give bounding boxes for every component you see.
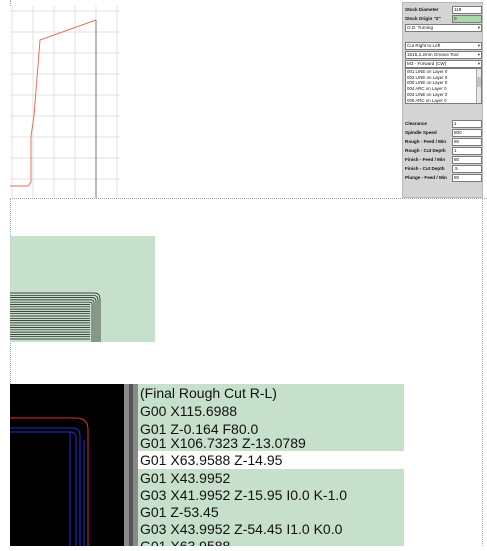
toolpath-grid <box>10 6 120 198</box>
operation-type-value: O.D. Turning <box>407 25 434 30</box>
rough-depth-input[interactable]: 1 <box>452 147 482 155</box>
finish-feed-row: Finish - Feed / Min 80 <box>405 156 482 164</box>
profile-path <box>10 19 97 187</box>
rough-feed-row: Rough - Feed / Min 80 <box>405 138 482 146</box>
plunge-feed-label: Plunge - Feed / Min <box>405 175 447 180</box>
clearance-label: Clearance <box>405 121 427 126</box>
entity-list[interactable]: 001 LINE on Layer 0 002 LINE on Layer 0 … <box>405 68 482 104</box>
page-guide-right <box>482 198 483 546</box>
stock-diameter-input[interactable]: 118 <box>452 6 482 14</box>
cut-direction-value: Cut Right to Left <box>407 43 441 48</box>
rough-feed-input[interactable]: 80 <box>452 138 482 146</box>
finish-feed-input[interactable]: 80 <box>452 156 482 164</box>
stock-view[interactable] <box>10 236 155 342</box>
list-item[interactable]: 005 ARC on Layer 0 <box>406 98 481 103</box>
tool-select[interactable]: 1515,2.2mm Groove Tool ▾ <box>405 51 482 59</box>
chevron-down-icon: ▾ <box>477 43 480 48</box>
finish-depth-row: Finish - Cut Depth .5 <box>405 165 482 173</box>
rough-feed-label: Rough - Feed / Min <box>405 139 447 144</box>
chevron-down-icon: ▾ <box>477 25 480 30</box>
stock-origin-row: Stock Origin "Z" 0 <box>405 15 482 23</box>
gcode-editor[interactable]: (Final Rough Cut R-L) G00 X115.6988 G01 … <box>138 384 404 546</box>
spindle-direction-value: M3 - Forward (CW) <box>407 61 447 66</box>
gcode-line[interactable]: G03 X43.9952 Z-54.45 I1.0 K0.0 <box>138 520 404 538</box>
chevron-down-icon: ▾ <box>477 52 480 57</box>
finish-depth-label: Finish - Cut Depth <box>405 166 445 171</box>
spindle-speed-row: Spindle Speed 800 <box>405 129 482 137</box>
gcode-line[interactable]: G03 X41.9952 Z-15.95 I0.0 K-1.0 <box>138 486 404 504</box>
rough-depth-row: Rough - Cut Depth 1 <box>405 147 482 155</box>
gcode-line[interactable]: G00 X115.6988 <box>138 402 404 420</box>
stock-origin-label: Stock Origin "Z" <box>405 16 441 21</box>
finish-depth-input[interactable]: .5 <box>452 165 482 173</box>
settings-panel: Stock Diameter 118 Stock Origin "Z" 0 O.… <box>402 2 483 198</box>
stock-origin-input[interactable]: 0 <box>452 15 482 23</box>
stock-diameter-label: Stock Diameter <box>405 7 439 12</box>
list-scrollbar[interactable] <box>476 69 481 103</box>
plunge-feed-input[interactable]: 80 <box>452 174 482 182</box>
cam-view[interactable] <box>10 384 124 546</box>
scrollbar-thumb[interactable] <box>477 77 481 87</box>
gcode-line[interactable]: (Final Rough Cut R-L) <box>138 384 404 402</box>
cut-direction-select[interactable]: Cut Right to Left ▾ <box>405 42 482 50</box>
chevron-down-icon: ▾ <box>477 61 480 66</box>
gcode-line[interactable]: G01 X106.7323 Z-13.0789 <box>138 434 404 452</box>
gutter-bar <box>129 384 133 546</box>
tool-value: 1515,2.2mm Groove Tool <box>407 52 459 57</box>
toolpath-preview[interactable] <box>10 6 120 198</box>
gcode-line[interactable]: G01 X43.9952 <box>138 469 404 487</box>
spindle-speed-input[interactable]: 800 <box>452 129 482 137</box>
code-gutter <box>124 384 138 546</box>
gcode-line[interactable]: G01 Z-53.45 <box>138 503 404 521</box>
spindle-speed-label: Spindle Speed <box>405 130 437 135</box>
gcode-line[interactable]: G01 X63.9588 <box>138 537 404 546</box>
page-guide-top <box>10 198 487 199</box>
plunge-feed-row: Plunge - Feed / Min 80 <box>405 174 482 182</box>
gcode-line-current[interactable]: G01 X63.9588 Z-14.95 <box>138 451 404 469</box>
rough-depth-label: Rough - Cut Depth <box>405 148 446 153</box>
clearance-input[interactable]: 1 <box>452 120 482 128</box>
stock-passes <box>10 292 101 342</box>
clearance-row: Clearance 1 <box>405 120 482 128</box>
finish-feed-label: Finish - Feed / Min <box>405 157 446 162</box>
stock-diameter-row: Stock Diameter 118 <box>405 6 482 14</box>
spindle-direction-select[interactable]: M3 - Forward (CW) ▾ <box>405 60 482 68</box>
operation-type-select[interactable]: O.D. Turning ▾ <box>405 24 482 32</box>
cam-toolpath <box>10 417 89 546</box>
